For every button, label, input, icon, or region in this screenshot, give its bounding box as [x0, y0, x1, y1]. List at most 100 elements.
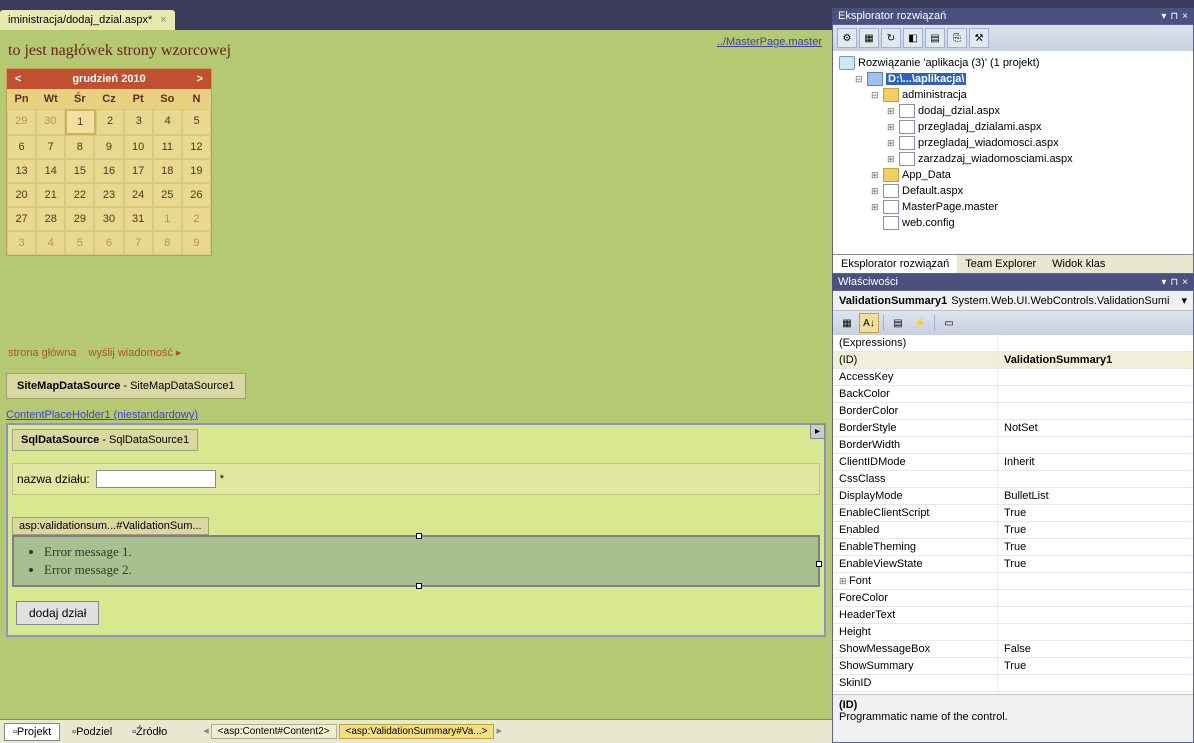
- dept-name-input[interactable]: [96, 470, 216, 488]
- cal-day[interactable]: 8: [153, 231, 182, 255]
- cal-day[interactable]: 18: [153, 159, 182, 183]
- cal-day[interactable]: 26: [182, 183, 211, 207]
- smart-tag-icon[interactable]: ▸: [810, 424, 825, 439]
- property-row[interactable]: HeaderText: [833, 607, 1193, 624]
- validation-summary[interactable]: Error message 1.Error message 2.: [12, 535, 820, 587]
- tb-view-icon[interactable]: ▤: [925, 28, 945, 48]
- pin-icon[interactable]: ⊓: [1170, 11, 1178, 22]
- cal-day[interactable]: 11: [153, 135, 182, 159]
- bc-content[interactable]: <asp:Content#Content2>: [211, 724, 337, 739]
- cal-day[interactable]: 3: [7, 231, 36, 255]
- cal-day[interactable]: 1: [65, 109, 96, 135]
- cal-day[interactable]: 20: [7, 183, 36, 207]
- cal-day[interactable]: 4: [153, 109, 182, 135]
- close-icon[interactable]: ×: [1182, 277, 1188, 288]
- file-node[interactable]: ⊞dodaj_dzial.aspx: [837, 103, 1189, 119]
- tb-nest-icon[interactable]: ◧: [903, 28, 923, 48]
- tab-solution-explorer[interactable]: Eksplorator rozwiązań: [833, 255, 957, 273]
- property-row[interactable]: ClientIDModeInherit: [833, 454, 1193, 471]
- solution-tree[interactable]: Rozwiązanie 'aplikacja (3)' (1 projekt) …: [833, 51, 1193, 254]
- cal-prev-icon[interactable]: <: [15, 73, 21, 85]
- property-row[interactable]: SkinID: [833, 675, 1193, 692]
- property-row[interactable]: ⊞Font: [833, 573, 1193, 590]
- cal-day[interactable]: 3: [124, 109, 153, 135]
- resize-handle[interactable]: [416, 533, 422, 539]
- cal-day[interactable]: 31: [124, 207, 153, 231]
- file-node[interactable]: ⊞Default.aspx: [837, 183, 1189, 199]
- tab-class-view[interactable]: Widok klas: [1044, 255, 1113, 273]
- calendar-control[interactable]: < grudzień 2010 > PnWtŚrCzPtSoN 29301234…: [6, 68, 212, 256]
- cal-day[interactable]: 7: [36, 135, 65, 159]
- cal-day[interactable]: 9: [94, 135, 123, 159]
- cal-day[interactable]: 2: [182, 207, 211, 231]
- property-row[interactable]: BackColor: [833, 386, 1193, 403]
- cal-day[interactable]: 5: [182, 109, 211, 135]
- link-home[interactable]: strona główna: [8, 347, 77, 359]
- cph-label[interactable]: ContentPlaceHolder1 (niestandardowy): [6, 409, 826, 421]
- tb-properties-icon[interactable]: ⚙: [837, 28, 857, 48]
- cal-next-icon[interactable]: >: [197, 73, 203, 85]
- link-send[interactable]: wyślij wiadomość ▸: [89, 346, 182, 359]
- file-node[interactable]: ⊞zarzadzaj_wiadomosciami.aspx: [837, 151, 1189, 167]
- bc-validationsummary[interactable]: <asp:ValidationSummary#Va...>: [339, 724, 495, 739]
- solution-node[interactable]: Rozwiązanie 'aplikacja (3)' (1 projekt): [837, 55, 1189, 71]
- cal-day[interactable]: 7: [124, 231, 153, 255]
- cal-day[interactable]: 30: [94, 207, 123, 231]
- tab-source[interactable]: ▫ Źródło: [124, 724, 175, 740]
- cal-day[interactable]: 15: [65, 159, 94, 183]
- property-row[interactable]: BorderWidth: [833, 437, 1193, 454]
- cal-day[interactable]: 27: [7, 207, 36, 231]
- cal-day[interactable]: 1: [153, 207, 182, 231]
- cal-day[interactable]: 23: [94, 183, 123, 207]
- cal-day[interactable]: 16: [94, 159, 123, 183]
- property-row[interactable]: EnableViewStateTrue: [833, 556, 1193, 573]
- cal-day[interactable]: 17: [124, 159, 153, 183]
- cal-day[interactable]: 28: [36, 207, 65, 231]
- pin-icon[interactable]: ⊓: [1170, 277, 1178, 288]
- cal-day[interactable]: 5: [65, 231, 94, 255]
- tb-alphabetical-icon[interactable]: A↓: [859, 313, 879, 333]
- sitemap-datasource[interactable]: SiteMapDataSource - SiteMapDataSource1: [6, 373, 246, 399]
- resize-handle[interactable]: [416, 583, 422, 589]
- active-tab[interactable]: iministracja/dodaj_dzial.aspx* ×: [0, 10, 175, 30]
- tb-copy-icon[interactable]: ⎘: [947, 28, 967, 48]
- property-row[interactable]: ShowMessageBoxFalse: [833, 641, 1193, 658]
- resize-handle[interactable]: [816, 561, 822, 567]
- cal-day[interactable]: 21: [36, 183, 65, 207]
- file-node[interactable]: ⊞przegladaj_wiadomosci.aspx: [837, 135, 1189, 151]
- cal-day[interactable]: 19: [182, 159, 211, 183]
- sql-datasource[interactable]: SqlDataSource - SqlDataSource1: [12, 429, 198, 451]
- file-node[interactable]: ⊞MasterPage.master: [837, 199, 1189, 215]
- property-row[interactable]: EnabledTrue: [833, 522, 1193, 539]
- tb-events-icon[interactable]: ⚡: [910, 313, 930, 333]
- tb-showall-icon[interactable]: ▦: [859, 28, 879, 48]
- cal-day[interactable]: 6: [94, 231, 123, 255]
- cal-day[interactable]: 10: [124, 135, 153, 159]
- cal-day[interactable]: 12: [182, 135, 211, 159]
- cal-day[interactable]: 24: [124, 183, 153, 207]
- add-button[interactable]: dodaj dział: [16, 601, 99, 625]
- cal-day[interactable]: 4: [36, 231, 65, 255]
- project-node[interactable]: ⊟D:\...\aplikacja\: [837, 71, 1189, 87]
- cal-day[interactable]: 25: [153, 183, 182, 207]
- vs-tag[interactable]: asp:validationsum...#ValidationSum...: [12, 517, 209, 535]
- tb-categorized-icon[interactable]: ▦: [837, 313, 857, 333]
- tb-proppages-icon[interactable]: ▭: [939, 313, 959, 333]
- tab-split[interactable]: ▫ Podziel: [64, 724, 120, 740]
- master-page-link[interactable]: ../MasterPage.master: [717, 36, 822, 48]
- property-row[interactable]: BorderColor: [833, 403, 1193, 420]
- cal-day[interactable]: 29: [65, 207, 94, 231]
- property-row[interactable]: EnableClientScriptTrue: [833, 505, 1193, 522]
- cal-day[interactable]: 13: [7, 159, 36, 183]
- tb-refresh-icon[interactable]: ↻: [881, 28, 901, 48]
- folder-node[interactable]: ⊞App_Data: [837, 167, 1189, 183]
- property-row[interactable]: (ID)ValidationSummary1: [833, 352, 1193, 369]
- props-object-selector[interactable]: ValidationSummary1 System.Web.UI.WebCont…: [833, 291, 1193, 311]
- tab-design[interactable]: ▫ Projekt: [4, 723, 60, 741]
- tab-team-explorer[interactable]: Team Explorer: [957, 255, 1044, 273]
- property-row[interactable]: BorderStyleNotSet: [833, 420, 1193, 437]
- dropdown-icon[interactable]: ▾: [1181, 294, 1187, 307]
- property-row[interactable]: EnableThemingTrue: [833, 539, 1193, 556]
- close-icon[interactable]: ×: [160, 14, 166, 26]
- property-row[interactable]: ForeColor: [833, 590, 1193, 607]
